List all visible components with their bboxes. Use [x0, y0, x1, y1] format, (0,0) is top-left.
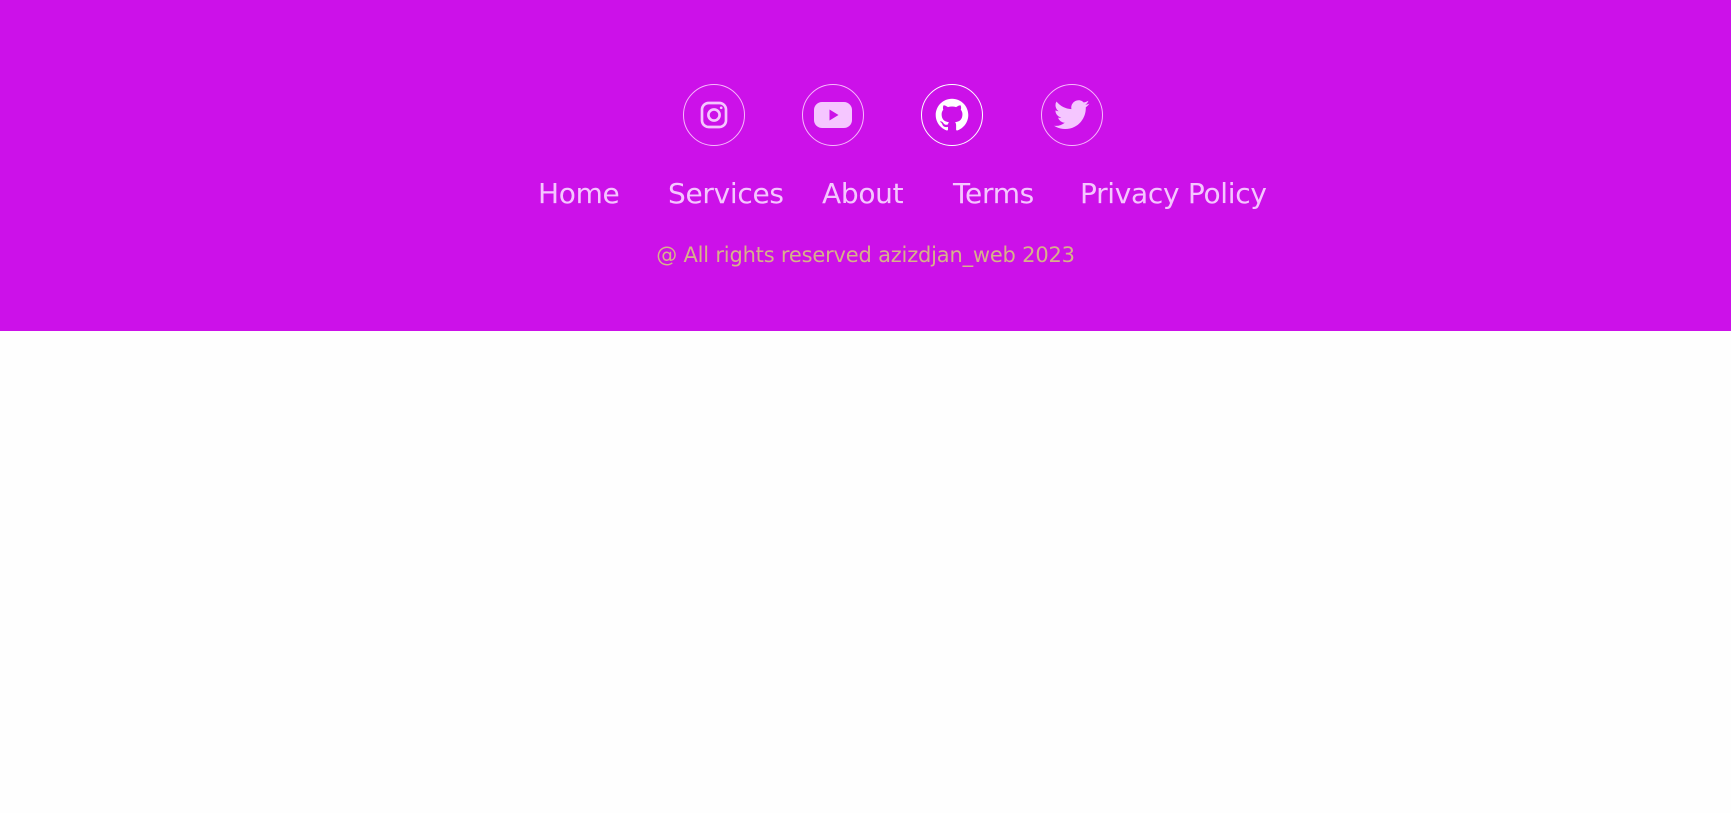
- copyright-text: @ All rights reserved azizdjan_web 2023: [656, 243, 1075, 267]
- site-footer: Home Services About Terms Privacy Policy…: [0, 0, 1731, 331]
- nav-link-about[interactable]: About: [822, 174, 904, 214]
- github-link[interactable]: [921, 84, 983, 146]
- github-icon: [935, 98, 969, 132]
- youtube-icon: [814, 101, 852, 129]
- twitter-link[interactable]: [1041, 84, 1103, 146]
- footer-nav: Home Services About Terms Privacy Policy: [0, 174, 1731, 214]
- nav-link-services[interactable]: Services: [668, 174, 784, 214]
- twitter-icon: [1054, 100, 1090, 130]
- instagram-link[interactable]: [683, 84, 745, 146]
- nav-link-terms[interactable]: Terms: [953, 174, 1034, 214]
- youtube-link[interactable]: [802, 84, 864, 146]
- social-links: [0, 84, 1731, 146]
- instagram-icon: [698, 99, 730, 131]
- nav-link-privacy-policy[interactable]: Privacy Policy: [1080, 174, 1267, 214]
- nav-link-home[interactable]: Home: [538, 174, 620, 214]
